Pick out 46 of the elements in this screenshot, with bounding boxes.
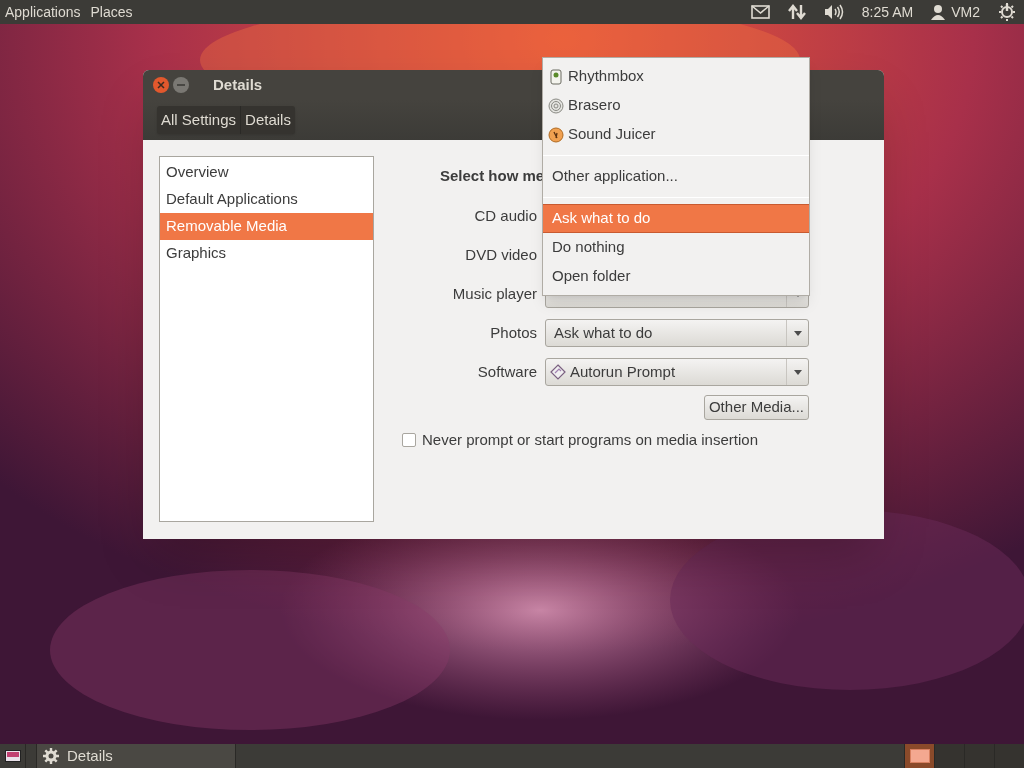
power-gear-icon	[998, 2, 1016, 22]
disc-icon	[548, 97, 564, 114]
app-icon	[548, 126, 564, 143]
checkbox[interactable]	[402, 433, 416, 448]
gear-icon	[43, 748, 59, 764]
user-name[interactable]: VM2	[951, 1, 980, 23]
menu-item[interactable]: Other application...	[543, 162, 809, 191]
other-media-button[interactable]: Other Media...	[703, 395, 809, 420]
sidebar-item[interactable]: Graphics	[160, 240, 373, 267]
minimize-icon	[176, 81, 186, 89]
diamond-icon	[550, 364, 566, 380]
field-label: DVD video	[465, 244, 537, 265]
field-label: Music player	[452, 283, 537, 304]
music-player-icon	[548, 68, 564, 85]
menu-item[interactable]: Open folder	[543, 262, 809, 291]
network-icon	[787, 3, 806, 21]
breadcrumb-button[interactable]: All Settings	[157, 106, 241, 134]
workspace-button[interactable]	[904, 744, 934, 768]
dropdown-arrow-icon	[793, 330, 802, 336]
menu-item[interactable]: Do nothing	[543, 233, 809, 262]
minimize-button[interactable]	[173, 77, 189, 93]
dropdown-combo[interactable]: Autorun Prompt	[545, 358, 809, 386]
checkbox-label[interactable]: Never prompt or start programs on media insertion	[422, 429, 758, 452]
field-label: Photos	[490, 322, 537, 343]
panel-menu[interactable]: Places	[85, 0, 138, 24]
taskbar-window-button[interactable]: Details	[36, 744, 236, 768]
breadcrumb-button[interactable]: Details	[240, 106, 295, 134]
field-label: Software	[477, 361, 537, 382]
window-title: Details	[213, 74, 263, 95]
dropdown-arrow-icon	[793, 369, 802, 375]
panel-menu[interactable]: Applications	[0, 0, 86, 24]
sidebar-item[interactable]: Overview	[160, 159, 373, 186]
section-heading: Select how me	[440, 167, 545, 184]
menu-item[interactable]: Brasero	[543, 91, 809, 120]
volume-icon	[823, 3, 844, 21]
menu-item[interactable]: Sound Juicer	[543, 120, 809, 149]
user-icon	[931, 4, 946, 20]
menu-item[interactable]: Rhythmbox	[543, 62, 809, 91]
clock-text[interactable]: 8:25 AM	[861, 1, 914, 23]
close-button[interactable]	[153, 77, 169, 93]
desktop-icon	[4, 750, 21, 762]
field-label: CD audio	[474, 205, 537, 226]
dropdown-combo[interactable]: Ask what to do	[545, 319, 809, 347]
sidebar-item[interactable]: Default Applications	[160, 186, 373, 213]
mail-icon	[750, 3, 770, 21]
close-icon	[157, 81, 165, 89]
